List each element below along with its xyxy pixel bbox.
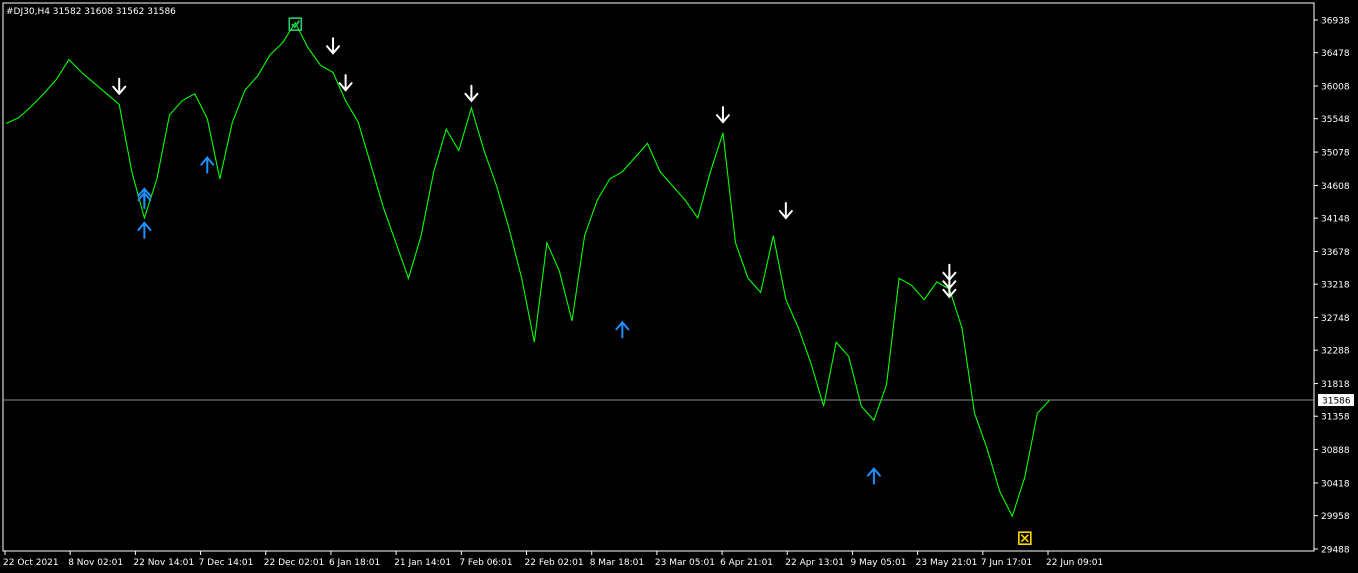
x-tick-label: 22 Feb 02:01 [525,558,584,568]
y-tick-label: 36938 [1321,17,1350,27]
x-tick-label: 21 Jan 14:01 [394,558,451,568]
x-tick-label: 6 Jan 18:01 [329,558,380,568]
y-tick-label: 36008 [1321,83,1350,93]
y-tick-label: 32748 [1321,314,1350,324]
y-tick-label: 36478 [1321,49,1350,59]
y-tick-label: 29488 [1321,546,1350,556]
x-tick-label: 22 Oct 2021 [3,558,59,568]
y-tick-label: 30418 [1321,479,1350,489]
y-tick-label: 34148 [1321,215,1350,225]
y-tick-label: 30888 [1321,446,1350,456]
y-tick-label: 32288 [1321,347,1350,357]
x-tick-label: 6 Apr 21:01 [720,558,773,568]
y-tick-label: 34608 [1321,182,1350,192]
x-tick-label: 7 Dec 14:01 [199,558,254,568]
chart-background [0,0,1358,573]
x-tick-label: 8 Nov 02:01 [68,558,123,568]
x-tick-label: 7 Feb 06:01 [459,558,512,568]
x-tick-label: 23 May 21:01 [916,558,978,568]
x-tick-label: 9 May 05:01 [850,558,906,568]
x-tick-label: 7 Jun 17:01 [981,558,1032,568]
y-tick-label: 35548 [1321,115,1350,125]
x-tick-label: 22 Apr 13:01 [785,558,844,568]
y-tick-label: 33218 [1321,281,1350,291]
current-price-tag: 31586 [1318,394,1354,407]
y-tick-label: 33678 [1321,248,1350,258]
y-tick-label: 29958 [1321,512,1350,522]
price-chart[interactable]: #DJ30,H4 31582 31608 31562 31586 36938 36… [0,0,1358,573]
chart-header: #DJ30,H4 31582 31608 31562 31586 [6,7,176,17]
y-tick-label: 35078 [1321,149,1350,159]
y-tick-label: 31818 [1321,380,1350,390]
x-tick-label: 22 Jun 09:01 [1046,558,1103,568]
x-tick-label: 8 Mar 18:01 [590,558,644,568]
x-tick-label: 23 Mar 05:01 [655,558,715,568]
x-tick-label: 22 Dec 02:01 [264,558,325,568]
y-tick-label: 31358 [1321,413,1350,423]
x-tick-label: 22 Nov 14:01 [133,558,194,568]
current-price-tag-label: 31586 [1322,397,1351,407]
